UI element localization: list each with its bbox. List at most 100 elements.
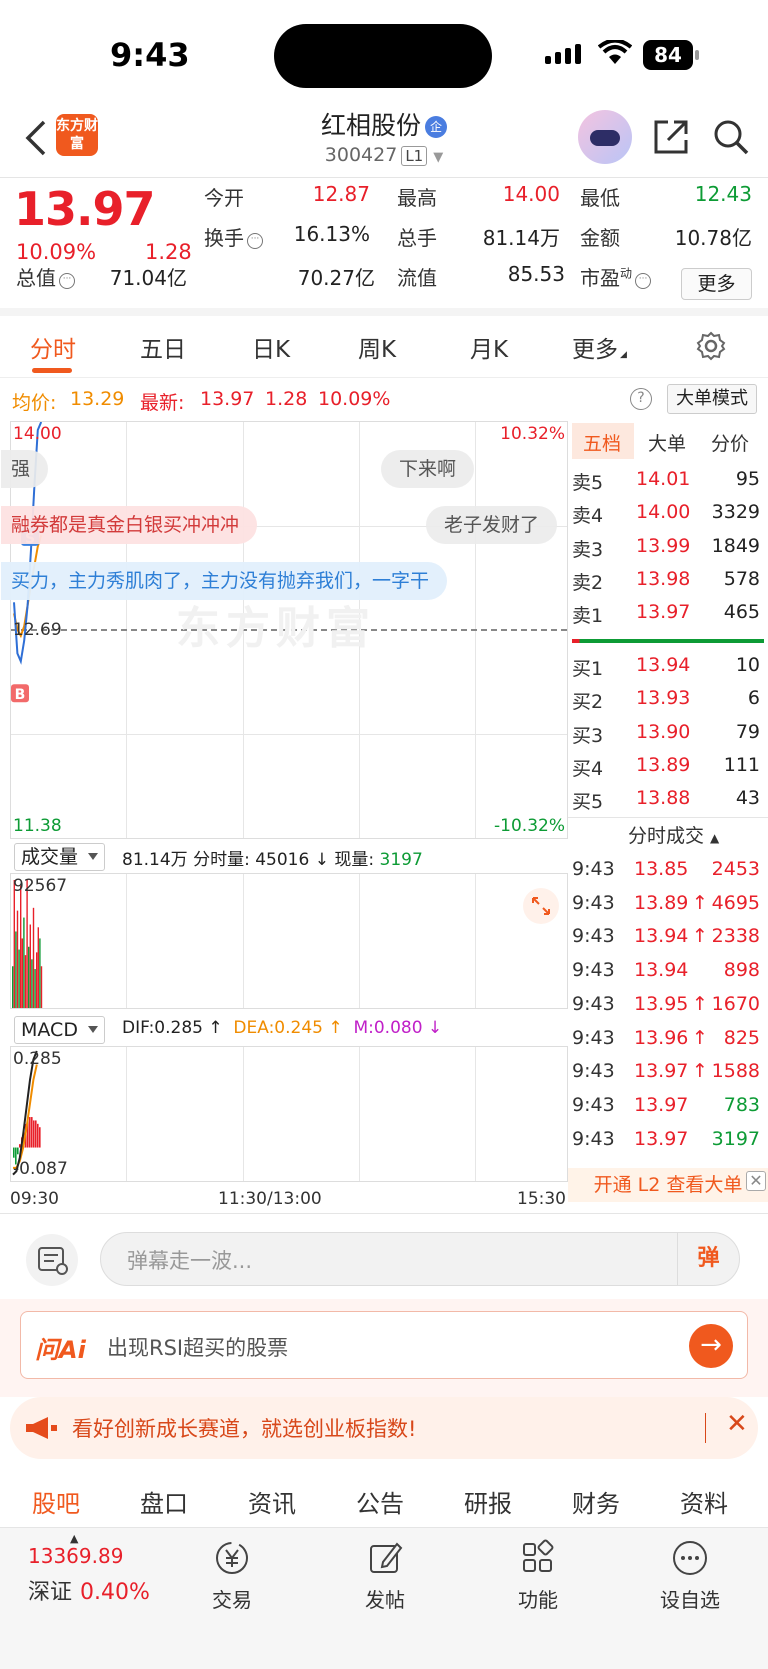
side-tab-five[interactable]: 五档 <box>583 429 621 456</box>
volume-bar <box>37 927 39 1008</box>
sell-row[interactable]: 卖4 14.00 3329 <box>568 497 768 530</box>
trade-time: 9:43 <box>572 858 615 880</box>
info-icon[interactable]: ··· <box>247 233 263 249</box>
sell-row[interactable]: 卖3 13.99 1849 <box>568 531 768 564</box>
tab-3[interactable]: 周K <box>358 330 396 364</box>
danmu-toggle-button[interactable]: 弹 <box>677 1233 739 1285</box>
danmu-bubble-4[interactable]: 买力，主力秀肌肉了，主力没有抛弃我们，一字干 <box>1 562 448 600</box>
trade-volume: 825 <box>723 1026 760 1049</box>
buy-row[interactable]: 买2 13.93 6 <box>568 683 768 716</box>
danmu-settings-icon[interactable] <box>26 1234 78 1286</box>
index-widget[interactable]: 13369.89 深证 0.40% <box>28 1544 150 1606</box>
side-tab-big[interactable]: 大单 <box>648 429 686 456</box>
volume-bar <box>21 938 23 1008</box>
content-tab-2[interactable]: 资讯 <box>248 1484 296 1519</box>
content-tab-5[interactable]: 财务 <box>572 1484 620 1519</box>
price-line-chart: SB <box>11 422 43 703</box>
tab-4[interactable]: 月K <box>470 330 508 364</box>
sell-row[interactable]: 卖1 13.97 465 <box>568 597 768 630</box>
trades-title[interactable]: 分时成交 ▲ <box>628 821 719 848</box>
content-tab-6[interactable]: 资料 <box>680 1484 728 1519</box>
buy-label: 买4 <box>572 757 604 780</box>
volume-chart[interactable]: 成交量 81.14万 分时量: 45016 ↓ 现量: 3197 92567 <box>10 839 568 1009</box>
danmu-placeholder: 弹幕走一波... <box>127 1249 253 1273</box>
help-icon[interactable]: ? <box>630 388 652 410</box>
search-icon[interactable] <box>712 118 750 156</box>
open-l2-banner[interactable]: 开通 L2 查看大单 ✕ <box>568 1168 768 1202</box>
sell-price: 13.97 <box>636 601 691 624</box>
macd-selector[interactable]: MACD <box>14 1016 105 1044</box>
sell-volume: 95 <box>735 468 760 490</box>
buy-label: 买1 <box>572 658 604 680</box>
tab-1[interactable]: 五日 <box>140 330 186 364</box>
post-button[interactable]: 发帖 <box>345 1538 425 1613</box>
danmu-bubble-1[interactable]: 下来啊 <box>381 450 475 488</box>
quote-label-7: 流值 <box>397 266 437 290</box>
trade-arrow: ↑ <box>692 992 708 1015</box>
quote-value-4: 81.14万 <box>482 226 560 250</box>
sell-row[interactable]: 卖5 14.01 95 <box>568 464 768 497</box>
intraday-price-chart[interactable]: 东方财富 SB 强下来啊融券都是真金白银买冲冲冲老子发财了买力，主力秀肌肉了，主… <box>1 421 568 839</box>
time-axis: 09:30 11:30/13:00 15:30 <box>10 1185 568 1213</box>
stock-code: 300427 <box>324 144 398 166</box>
buy-volume: 6 <box>747 687 760 710</box>
share-icon[interactable] <box>652 118 690 156</box>
sell-price: 14.00 <box>636 501 691 524</box>
more-button[interactable]: 更多 <box>681 268 752 300</box>
trade-time: 9:43 <box>572 1060 615 1083</box>
latest-change: 1.28 <box>265 388 308 410</box>
avg-label: 均价: <box>12 392 57 414</box>
trade-button[interactable]: 交易 <box>192 1538 272 1613</box>
tab-2[interactable]: 日K <box>252 330 290 364</box>
tab-5[interactable]: 更多 ◢ <box>572 330 627 364</box>
big-order-mode-button[interactable]: 大单模式 <box>667 384 757 414</box>
danmu-input[interactable]: 弹幕走一波... 弹 <box>100 1232 740 1286</box>
macd-chart[interactable]: MACD DIF:0.285 ↑ DEA:0.245 ↑ M:0.080 ↓ 0… <box>10 1012 568 1182</box>
x-tick-mid: 11:30/13:00 <box>218 1189 322 1209</box>
trade-row: 9:43 13.85 2453 <box>568 855 768 888</box>
info-icon[interactable]: ··· <box>59 273 75 289</box>
side-tab-price[interactable]: 分价 <box>711 429 749 456</box>
info-icon[interactable]: ··· <box>635 273 652 289</box>
macd-lines <box>12 1050 41 1176</box>
macd-info: DIF:0.285 ↑ DEA:0.245 ↑ M:0.080 ↓ <box>122 1018 442 1038</box>
close-icon[interactable]: ✕ <box>746 1171 766 1191</box>
add-watchlist-button[interactable]: 设自选 <box>650 1538 730 1613</box>
caret-down-icon <box>87 1026 98 1033</box>
latest-percent: 10.09% <box>318 388 391 410</box>
arrow-right-icon[interactable]: → <box>689 1324 733 1368</box>
ai-query-box[interactable]: 问Ai 出现RSI超买的股票 → <box>20 1311 748 1379</box>
announcement-box[interactable]: 看好创新成长赛道，就选创业板指数! ✕ <box>10 1397 758 1459</box>
trade-row: 9:43 13.97 ↑ 1588 <box>568 1057 768 1090</box>
volume-selector-label: 成交量 <box>21 846 79 868</box>
danmu-bubble-0[interactable]: 强 <box>1 450 49 488</box>
volume-bar <box>12 966 14 1008</box>
content-tab-3[interactable]: 公告 <box>356 1484 404 1519</box>
function-button[interactable]: 功能 <box>498 1538 578 1613</box>
buy-row[interactable]: 买5 13.88 43 <box>568 783 768 816</box>
volume-selector[interactable]: 成交量 <box>14 843 106 871</box>
buy-row[interactable]: 买3 13.90 79 <box>568 717 768 750</box>
gear-icon[interactable] <box>695 330 727 362</box>
content-tab-4[interactable]: 研报 <box>464 1484 512 1519</box>
order-book-panel: 五档 大单 分价 卖5 14.01 95 卖4 14.00 3329 卖3 13.99 1849… <box>568 421 768 1201</box>
trade-price: 13.85 <box>634 858 689 880</box>
tab-0[interactable]: 分时 <box>30 330 76 364</box>
buy-row[interactable]: 买1 13.94 10 <box>568 650 768 683</box>
danmu-bubble-2[interactable]: 融券都是真金白银买冲冲冲 <box>1 506 258 544</box>
expand-icon[interactable] <box>523 888 559 924</box>
trade-row: 9:43 13.94 ↑ 2338 <box>568 922 768 955</box>
trade-time: 9:43 <box>572 992 615 1015</box>
buy-row[interactable]: 买4 13.89 111 <box>568 750 768 783</box>
y-axis-bottom: 11.38 <box>13 816 62 836</box>
close-icon[interactable]: ✕ <box>726 1409 748 1439</box>
volume-bar <box>13 880 15 1008</box>
buy-price: 13.89 <box>636 753 691 776</box>
sell-row[interactable]: 卖2 13.98 578 <box>568 564 768 597</box>
macd-dea: DEA:0.245 ↑ <box>233 1018 343 1038</box>
content-tab-0[interactable]: 股吧 <box>32 1484 80 1519</box>
danmu-bubble-3[interactable]: 老子发财了 <box>426 506 558 544</box>
content-tab-1[interactable]: 盘口 <box>140 1484 188 1519</box>
ai-robot-avatar[interactable] <box>578 110 632 164</box>
index-value: 13369.89 <box>28 1544 124 1568</box>
